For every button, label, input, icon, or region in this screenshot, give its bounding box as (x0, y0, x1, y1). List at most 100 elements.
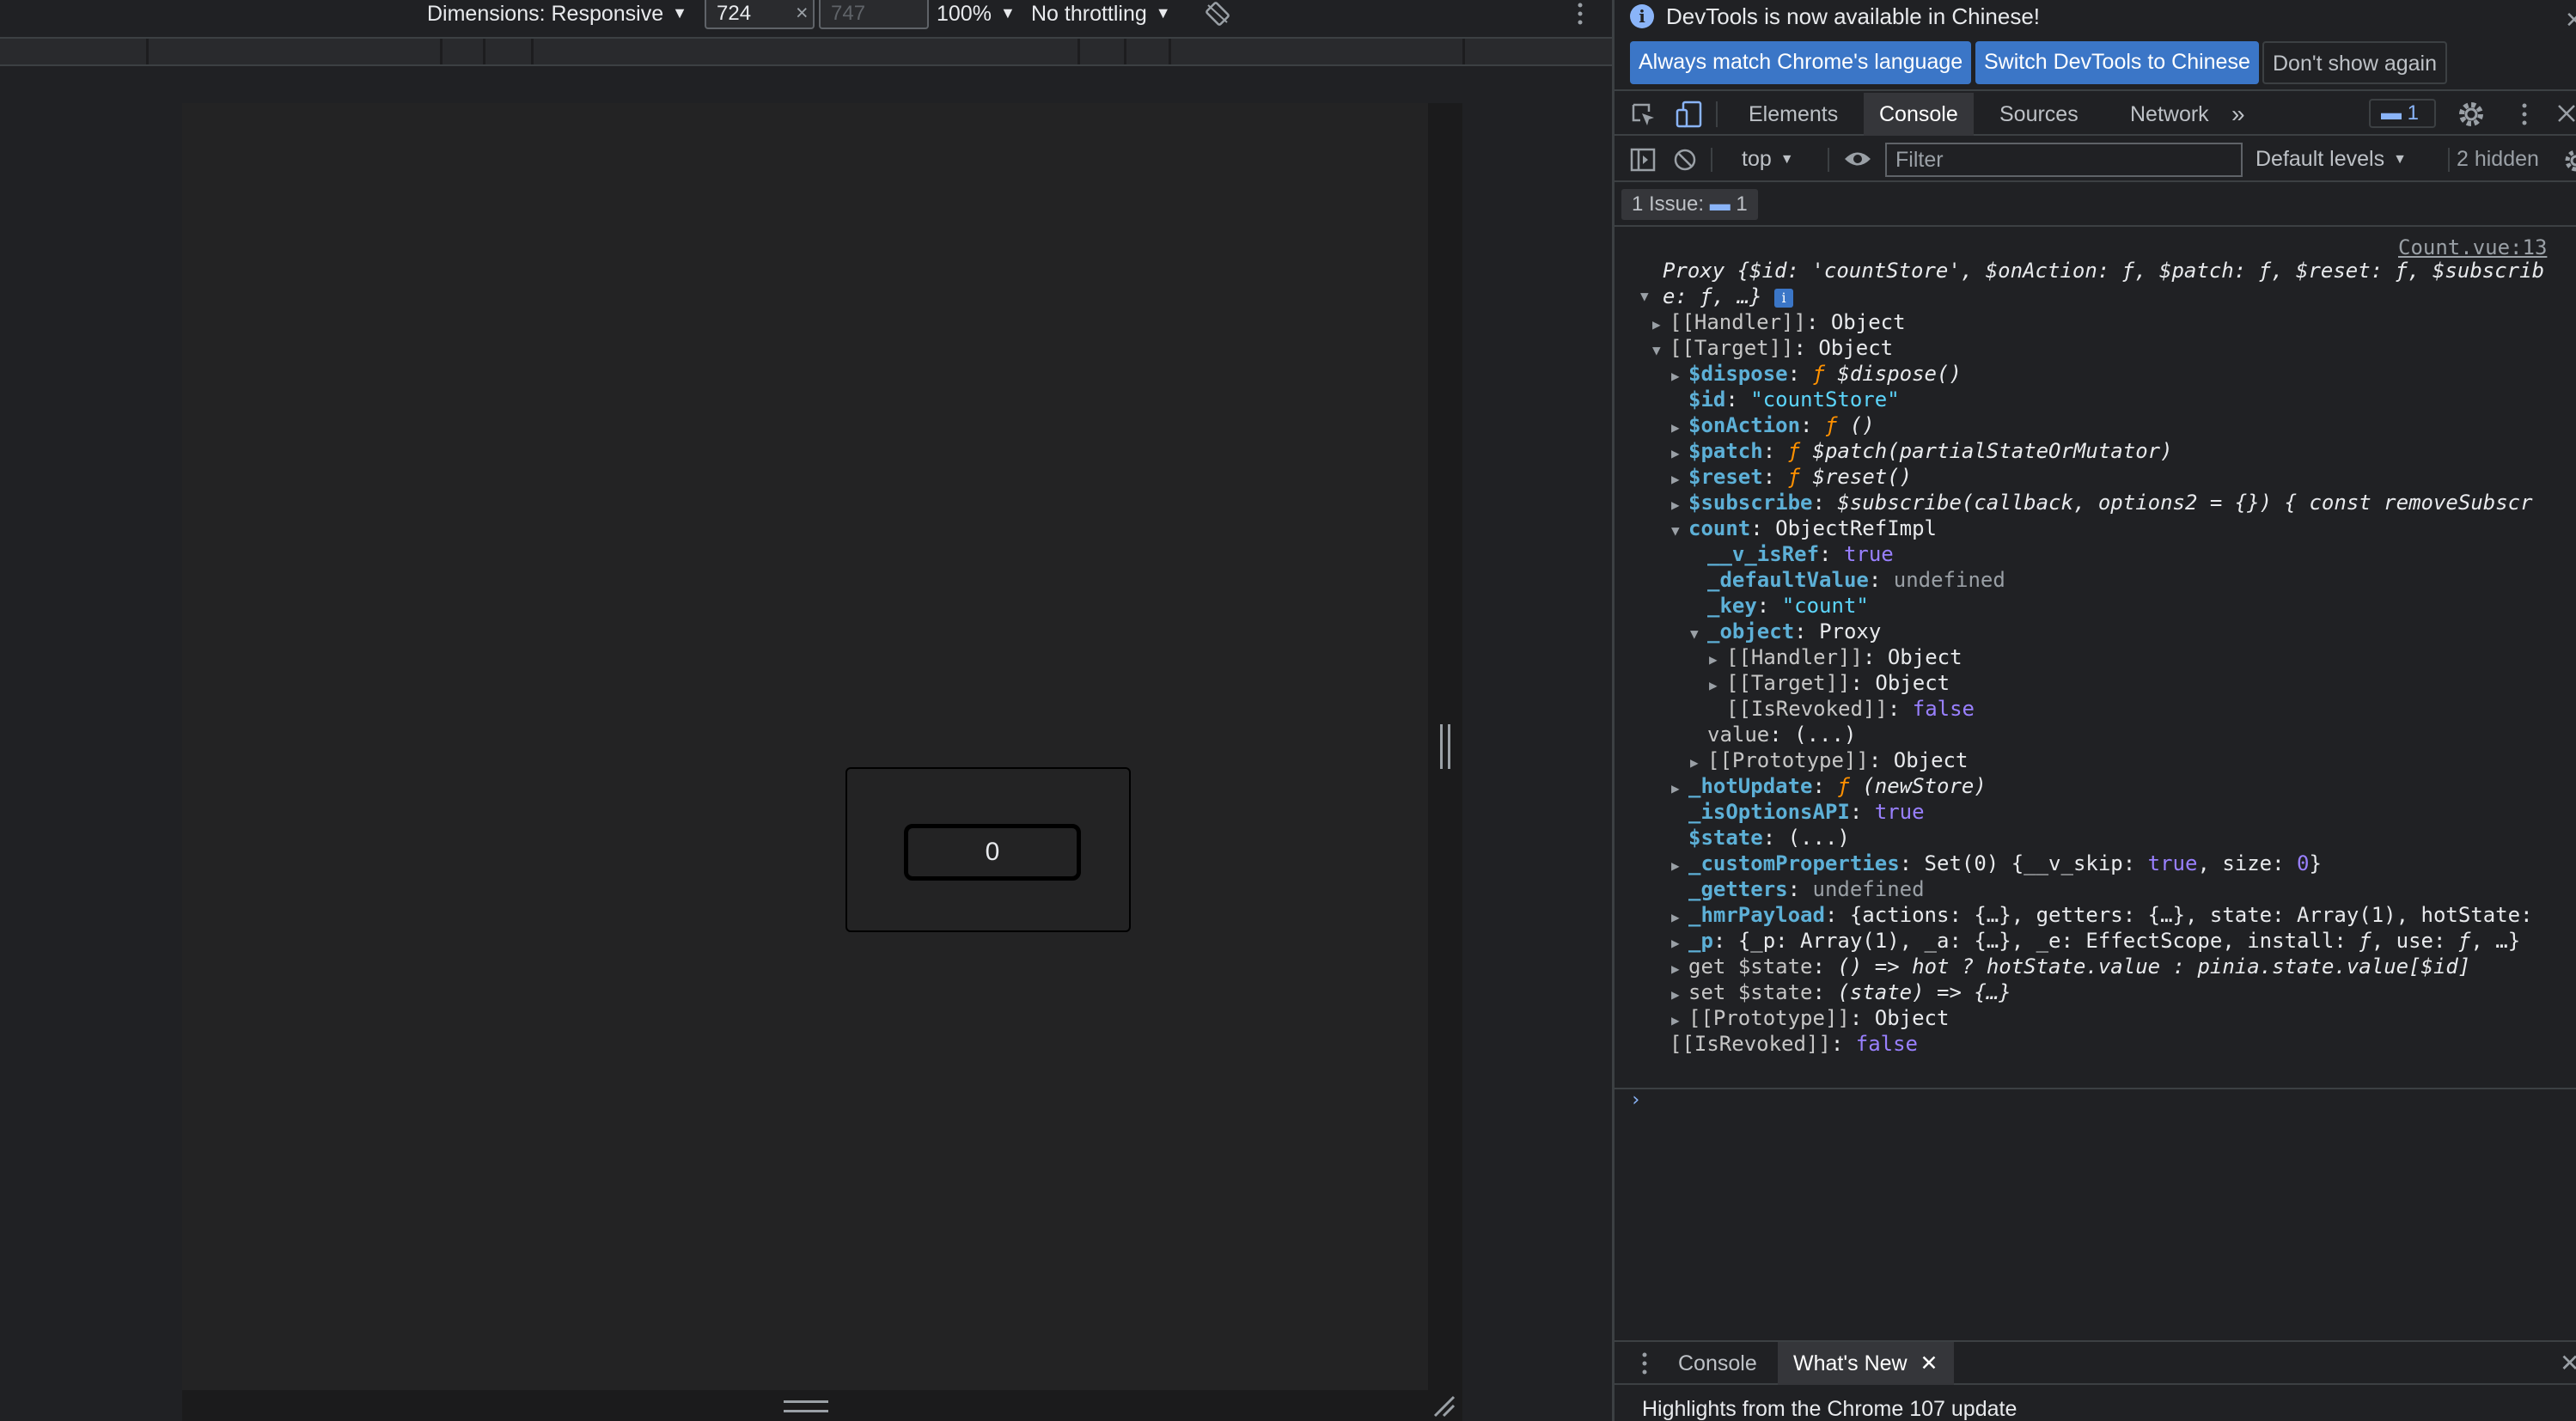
console-toolbar: top ▼ Filter Default levels ▼ 2 hidden (1615, 137, 2576, 182)
device-emulation-area: Dimensions: Responsive ▼ 724 × 747 100% ▼ … (0, 0, 1612, 1421)
expand-arrow-icon: ▶ (1671, 909, 1680, 925)
source-link[interactable]: Count.vue:13 (2398, 235, 2547, 259)
inspect-element-icon[interactable] (1630, 101, 1657, 129)
console-filter-input[interactable]: Filter (1885, 143, 2243, 177)
tree-row[interactable]: ▼ _object: Proxy (1690, 619, 1881, 647)
tree-row[interactable]: ▶ $dispose: ƒ $dispose() (1671, 361, 1962, 389)
rotate-icon[interactable] (1205, 2, 1230, 26)
expand-arrow-icon: ▶ (1671, 419, 1680, 436)
counter-card: 0 (845, 767, 1131, 932)
switch-to-chinese-button[interactable]: Switch DevTools to Chinese (1975, 41, 2259, 84)
context-selector[interactable]: top ▼ (1742, 146, 1794, 172)
sidebar-toggle-icon[interactable] (1630, 148, 1656, 172)
expand-arrow-icon: ▼ (1652, 342, 1661, 358)
more-tabs-chevron-icon[interactable]: » (2216, 93, 2261, 136)
context-label: top (1742, 147, 1772, 171)
dimensions-dropdown[interactable]: Dimensions: Responsive ▼ (427, 0, 687, 26)
separator (1716, 101, 1718, 127)
caret-down-icon: ▼ (999, 4, 1016, 21)
tree-row[interactable]: ▶ [[Target]]: Object (1709, 670, 1950, 698)
kebab-menu-icon[interactable] (2518, 101, 2530, 127)
tree-row[interactable]: ▶ [[Handler]]: Object (1709, 644, 1963, 673)
close-drawer-icon[interactable]: ✕ (2560, 1349, 2576, 1377)
drawer-tab-console[interactable]: Console (1663, 1342, 1773, 1385)
device-toolbar: Dimensions: Responsive ▼ 724 × 747 100% ▼ … (0, 0, 1612, 34)
separator (1711, 148, 1712, 172)
issues-counter-badge[interactable]: ▬ 1 (2369, 99, 2436, 128)
tree-row[interactable]: ▶ _hmrPayload: {actions: {…}, getters: {…… (1671, 902, 2533, 930)
log-entry-proxy[interactable]: Proxy {$id: 'countStore', $onAction: ƒ, … (1663, 258, 2544, 284)
tab-sources[interactable]: Sources (1984, 93, 2094, 136)
tree-row[interactable]: ▶ set $state: (state) => {…} (1671, 979, 2011, 1008)
expand-arrow-icon: ▶ (1671, 445, 1680, 461)
tree-row[interactable]: ▶ $onAction: ƒ () (1671, 412, 1875, 441)
tree-row[interactable]: ▼ [[Target]]: Object (1652, 335, 1893, 363)
tree-row[interactable]: ▶ [[Prototype]]: Object (1671, 1005, 1949, 1034)
issues-label: 1 Issue: (1632, 192, 1705, 216)
console-settings-gear-icon[interactable] (2563, 148, 2576, 174)
resize-width-handle[interactable] (1440, 724, 1450, 769)
log-entry-proxy-wrap: ▼ e: ƒ, …} i (1640, 284, 1794, 309)
drawer-tab-whats-new[interactable]: What's New ✕ (1778, 1342, 1954, 1385)
live-expression-eye-icon[interactable] (1843, 149, 1872, 168)
resize-height-handle[interactable] (784, 1400, 828, 1412)
separator (1828, 148, 1829, 172)
tree-row[interactable]: ▶ $patch: ƒ $patch(partialStateOrMutator) (1671, 438, 2173, 467)
tree-row[interactable]: ▶ [[Handler]]: Object (1652, 309, 1906, 338)
always-match-language-button[interactable]: Always match Chrome's language (1630, 41, 1972, 84)
tree-row[interactable]: ▶ _p: {_p: Array(1), _a: {…}, _e: EffectS… (1671, 928, 2520, 956)
tab-elements[interactable]: Elements (1733, 93, 1853, 136)
issues-link[interactable]: 1 Issue: ▬ 1 (1621, 189, 1758, 220)
tree-row[interactable]: ▶ $reset: ƒ $reset() (1671, 464, 1912, 492)
close-tab-icon[interactable]: ✕ (1920, 1351, 1938, 1375)
separator (2448, 148, 2450, 172)
caret-down-icon: ▼ (1155, 4, 1171, 21)
infobar-message: DevTools is now available in Chinese! (1666, 3, 2041, 29)
settings-gear-icon[interactable] (2457, 100, 2486, 129)
expand-arrow-icon: ▶ (1671, 857, 1680, 874)
console-prompt-icon[interactable]: › (1630, 1089, 1641, 1111)
throttling-label: No throttling (1031, 2, 1147, 26)
log-levels-dropdown[interactable]: Default levels ▼ (2256, 146, 2407, 172)
device-toggle-icon[interactable] (1675, 100, 1704, 129)
tab-network[interactable]: Network (2115, 93, 2225, 136)
tree-row[interactable]: ▶ $subscribe: $subscribe(callback, option… (1671, 490, 2533, 518)
drawer-tab-bar: Console What's New ✕ (1615, 1342, 2576, 1385)
drawer-menu-icon[interactable] (1640, 1351, 1649, 1376)
clear-console-icon[interactable] (1673, 148, 1697, 172)
issues-count: 1 (1736, 192, 1748, 216)
times-separator: × (796, 1, 809, 25)
tree-row[interactable]: ▼ count: ObjectRefImpl (1671, 515, 1937, 544)
resize-corner-handle[interactable] (1431, 1394, 1456, 1418)
close-devtools-icon[interactable] (2556, 103, 2576, 124)
more-options-icon[interactable] (1574, 2, 1586, 26)
throttling-dropdown[interactable]: No throttling ▼ (1031, 0, 1171, 26)
tree-row[interactable]: $state: (...) (1688, 825, 1850, 851)
tree-row: _getters: undefined (1688, 877, 1925, 901)
tree-row: __v_isRef: true (1707, 542, 1894, 566)
info-icon: i (1630, 4, 1654, 28)
expand-arrow-icon: ▶ (1671, 471, 1680, 487)
height-input[interactable]: 747 (819, 0, 929, 29)
log-levels-label: Default levels (2256, 147, 2385, 171)
count-button[interactable]: 0 (904, 824, 1081, 881)
tree-row[interactable]: ▶ [[Prototype]]: Object (1690, 747, 1968, 776)
expand-arrow-icon: ▶ (1671, 961, 1680, 977)
infobar-close-icon[interactable]: ✕ (2565, 7, 2576, 34)
media-query-ruler[interactable] (0, 37, 1612, 66)
dont-show-again-button[interactable]: Don't show again (2262, 41, 2448, 84)
tree-row[interactable]: ▶ _hotUpdate: ƒ (newStore) (1671, 773, 1987, 802)
expand-arrow-icon: ▶ (1671, 1012, 1680, 1028)
emulated-viewport: 0 (182, 103, 1428, 1392)
message-icon: ▬ (1709, 192, 1731, 216)
expand-arrow-icon: ▶ (1652, 316, 1661, 332)
expand-arrow-icon: ▼ (1690, 625, 1699, 642)
issues-counter-value: 1 (2407, 101, 2420, 125)
tree-row[interactable]: ▶ get $state: () => hot ? hotState.value … (1671, 954, 2470, 982)
tab-console[interactable]: Console (1864, 93, 1974, 136)
tree-row[interactable]: ▶ _customProperties: Set(0) {__v_skip: tr… (1671, 851, 2322, 879)
info-badge-icon: i (1774, 289, 1794, 308)
expand-arrow-icon: ▶ (1690, 754, 1699, 771)
zoom-dropdown[interactable]: 100% ▼ (937, 0, 1016, 26)
tree-row[interactable]: value: (...) (1707, 722, 1856, 747)
